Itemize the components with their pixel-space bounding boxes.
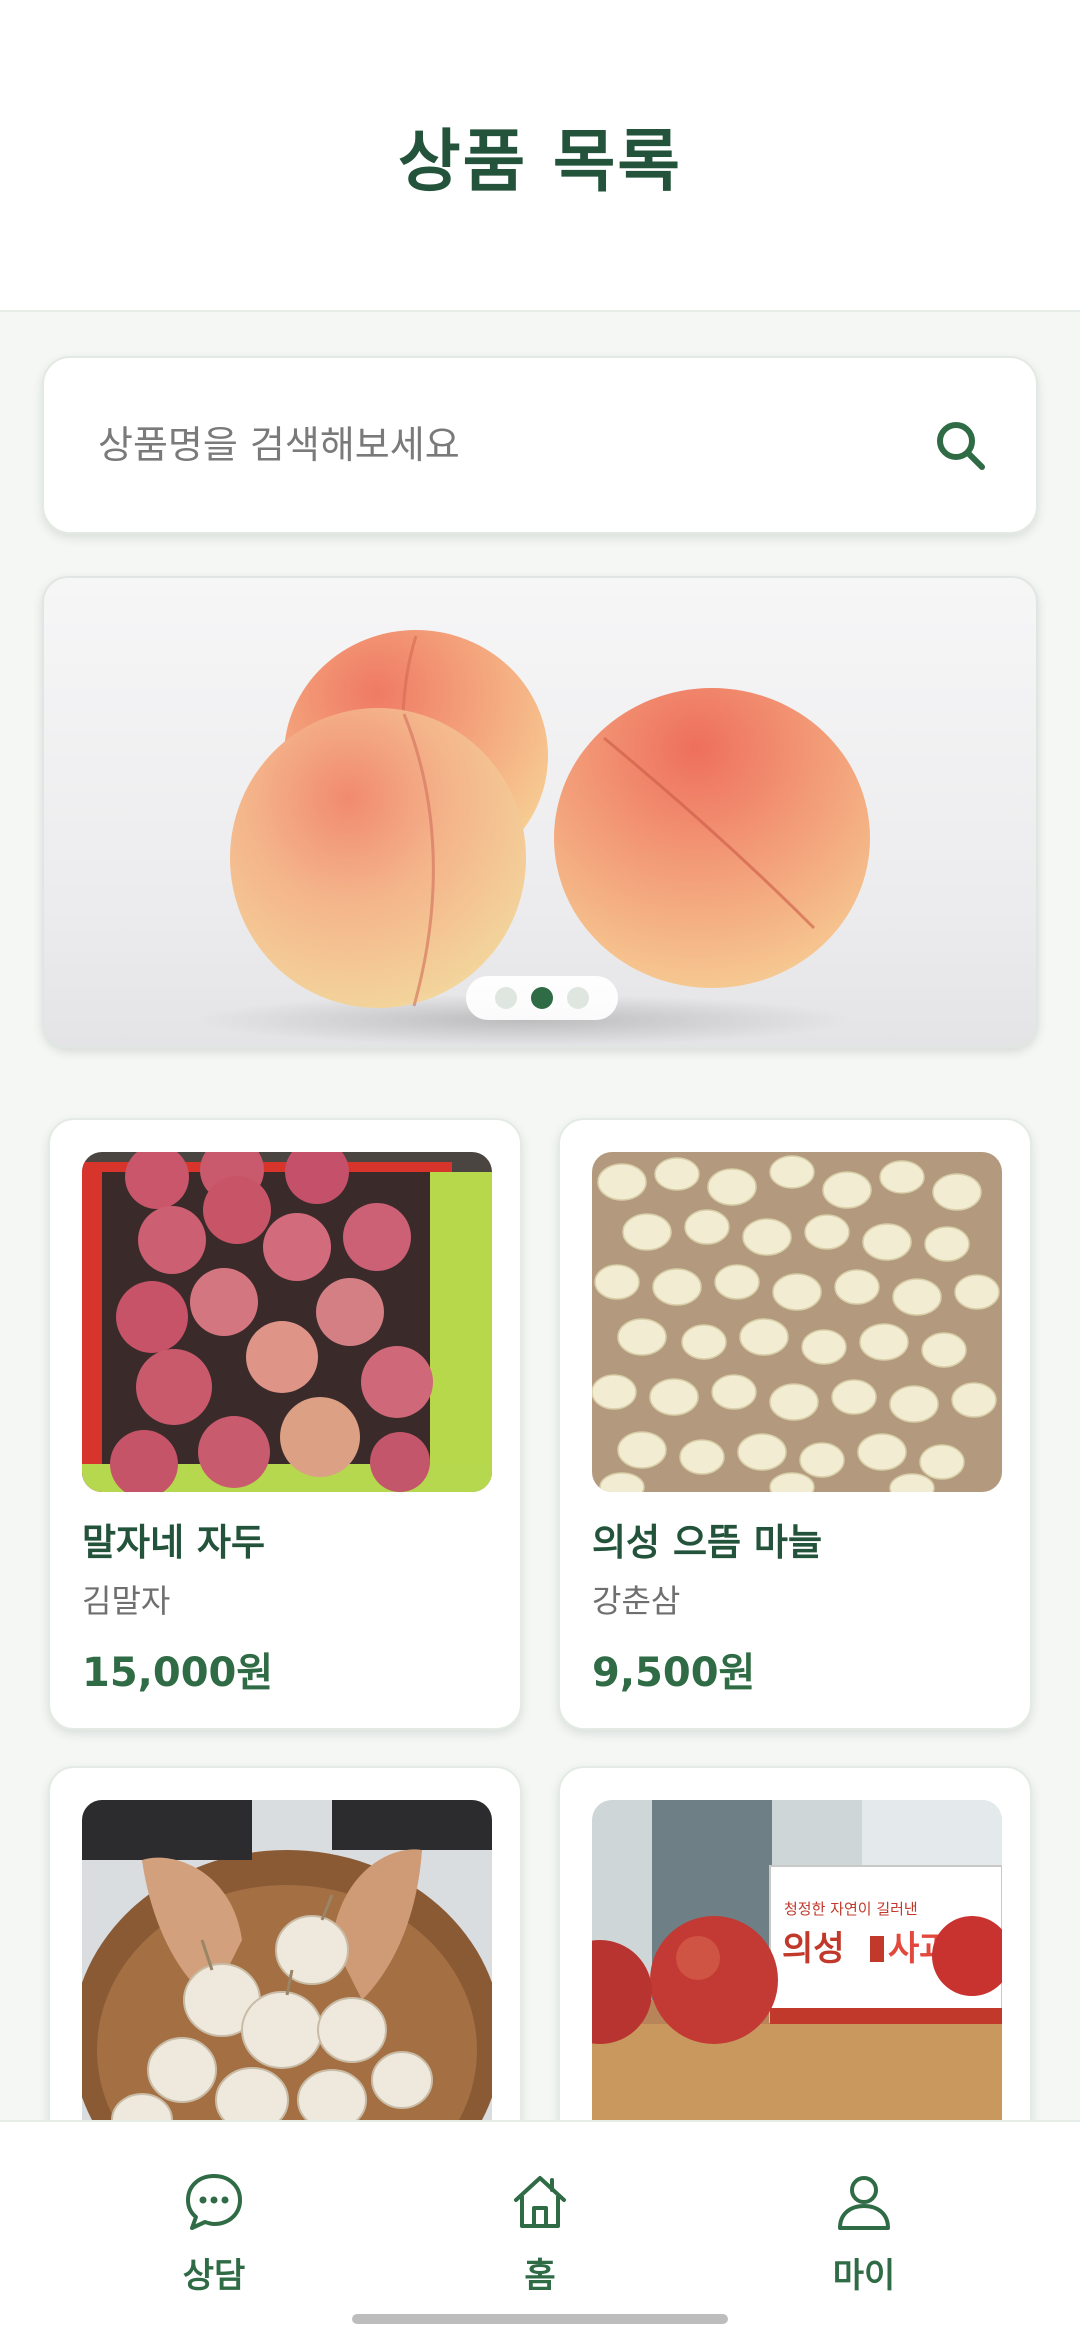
bottom-nav: 상담 홈 마이 bbox=[0, 2120, 1080, 2340]
banner-carousel[interactable] bbox=[42, 576, 1038, 1048]
nav-item-my[interactable]: 마이 bbox=[764, 2170, 964, 2310]
nav-label: 홈 bbox=[524, 2256, 556, 2296]
product-image bbox=[82, 1800, 492, 2140]
search-input[interactable] bbox=[98, 423, 932, 467]
header: 상품 목록 bbox=[0, 0, 1080, 312]
page-title: 상품 목록 bbox=[398, 122, 682, 202]
chat-icon bbox=[186, 2174, 242, 2230]
product-image: 청정한 자연이 길러낸 의성 사과 bbox=[592, 1800, 1002, 2140]
home-icon bbox=[514, 2176, 566, 2228]
pager-dot[interactable] bbox=[567, 987, 589, 1009]
search-bar[interactable] bbox=[42, 356, 1038, 534]
product-price: 15,000원 bbox=[82, 1650, 274, 1696]
product-name: 말자네 자두 bbox=[82, 1521, 266, 1564]
search-icon[interactable] bbox=[932, 417, 988, 473]
box-tagline: 청정한 자연이 길러낸 bbox=[784, 1900, 918, 1918]
nav-label: 마이 bbox=[832, 2256, 896, 2296]
product-name: 의성 으뜸 마늘 bbox=[592, 1521, 823, 1564]
product-image bbox=[592, 1152, 1002, 1492]
home-indicator bbox=[352, 2314, 728, 2324]
person-icon bbox=[838, 2176, 890, 2230]
product-card[interactable]: 말자네 자두 김말자 15,000원 bbox=[48, 1118, 522, 1730]
product-seller: 강춘삼 bbox=[592, 1582, 681, 1620]
box-brand-prefix: 의성 bbox=[782, 1929, 845, 1969]
nav-item-home[interactable]: 홈 bbox=[440, 2170, 640, 2310]
nav-item-consult[interactable]: 상담 bbox=[114, 2170, 314, 2310]
pager-dot[interactable] bbox=[495, 987, 517, 1009]
product-card[interactable]: 의성 으뜸 마늘 강춘삼 9,500원 bbox=[558, 1118, 1032, 1730]
product-image bbox=[82, 1152, 492, 1492]
nav-label: 상담 bbox=[182, 2256, 246, 2296]
carousel-pager bbox=[466, 976, 618, 1020]
pager-dot-active[interactable] bbox=[531, 987, 553, 1009]
product-seller: 김말자 bbox=[82, 1582, 171, 1620]
product-price: 9,500원 bbox=[592, 1650, 756, 1696]
